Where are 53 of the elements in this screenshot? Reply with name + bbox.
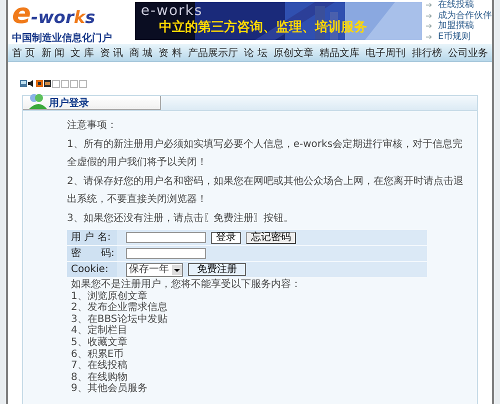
banner-slogan: 中立的第三方咨询、监理、培训服务 <box>158 19 367 37</box>
square-icon[interactable] <box>36 80 43 87</box>
service-item: 8、在线购物 <box>71 372 128 383</box>
header-link[interactable]: E币规则 <box>438 32 471 42</box>
nav-item[interactable]: 论 坛 <box>244 46 268 60</box>
nav-item[interactable]: 新 闻 <box>41 46 65 60</box>
services-intro: 如果您不是注册用户，您将不能享受以下服务内容： <box>71 279 302 290</box>
user-icon <box>27 92 47 108</box>
service-item: 4、定制栏目 <box>71 325 128 336</box>
arrow-icon <box>426 34 433 40</box>
nav-item[interactable]: 排行榜 <box>412 46 442 60</box>
arrow-icon <box>426 23 433 30</box>
form-button[interactable]: 忘记密码 <box>246 232 296 244</box>
service-item: 9、其他会员服务 <box>71 383 148 395</box>
logo[interactable]: e-works <box>12 0 127 28</box>
input-field[interactable] <box>126 248 206 259</box>
field-label: 用 户 名: <box>67 230 117 245</box>
header-link[interactable]: 加盟撰稿 <box>438 21 474 32</box>
field-label: Cookie: <box>67 262 117 277</box>
nav-item[interactable]: 精品文库 <box>320 46 360 60</box>
service-item: 1、浏览原创文章 <box>71 290 148 302</box>
nav-item[interactable]: 首 页 <box>12 46 36 60</box>
film-icon[interactable] <box>44 80 51 87</box>
form-button[interactable]: 免费注册 <box>188 263 246 276</box>
notice-text: 1、所有的新注册用户必须如实填写必要个人信息，e-works会定期进行审核，对于信息完全虚假的用户我们将予以关闭！ <box>67 138 464 170</box>
service-item: 5、收藏文章 <box>71 336 128 348</box>
service-item: 3、在BBS论坛中发贴 <box>71 314 168 325</box>
cookie-select[interactable]: 保存一年 <box>126 262 183 276</box>
form-button[interactable]: 登录 <box>211 232 241 244</box>
nav-item[interactable]: 公司业务 <box>448 46 488 60</box>
banner-brand: e-works <box>140 3 204 19</box>
arrow-icon <box>426 2 433 8</box>
notice-text: 2、请保存好您的用户名和密码，如果您在网吧或其他公众场合上网，在您离开时请点击退出系统，不要直接关闭浏览器！ <box>67 174 464 207</box>
nav-item[interactable]: 资 讯 <box>100 46 124 60</box>
nav-item[interactable]: 商 城 <box>129 46 152 60</box>
tagline: 中国制造业信息化门户 <box>12 31 113 45</box>
nav-item[interactable]: 文 库 <box>70 46 94 60</box>
input-field[interactable] <box>126 232 206 243</box>
notice-text: 注意事项： <box>67 118 118 133</box>
service-item: 6、积累E币 <box>71 348 124 360</box>
tab-title: 用户登录 <box>49 96 89 110</box>
header-link[interactable]: 在线投稿 <box>438 0 474 10</box>
nav-item[interactable]: 资 料 <box>158 46 182 60</box>
header-link[interactable]: 成为合作伙伴 <box>438 10 492 21</box>
nav-item[interactable]: 原创文章 <box>273 46 314 60</box>
nav-item[interactable]: 产品展示厅 <box>188 46 238 60</box>
service-item: 7、在线投稿 <box>71 360 128 372</box>
speaker-icon[interactable] <box>28 80 35 87</box>
arrow-icon <box>426 12 433 19</box>
notice-text: 3、如果您还没有注册，请点击〖免费注册〗按钮。 <box>67 212 294 226</box>
service-item: 2、发布企业需求信息 <box>71 302 168 314</box>
field-label: 密 码: <box>67 246 117 261</box>
nav-item[interactable]: 电子周刊 <box>366 46 406 60</box>
